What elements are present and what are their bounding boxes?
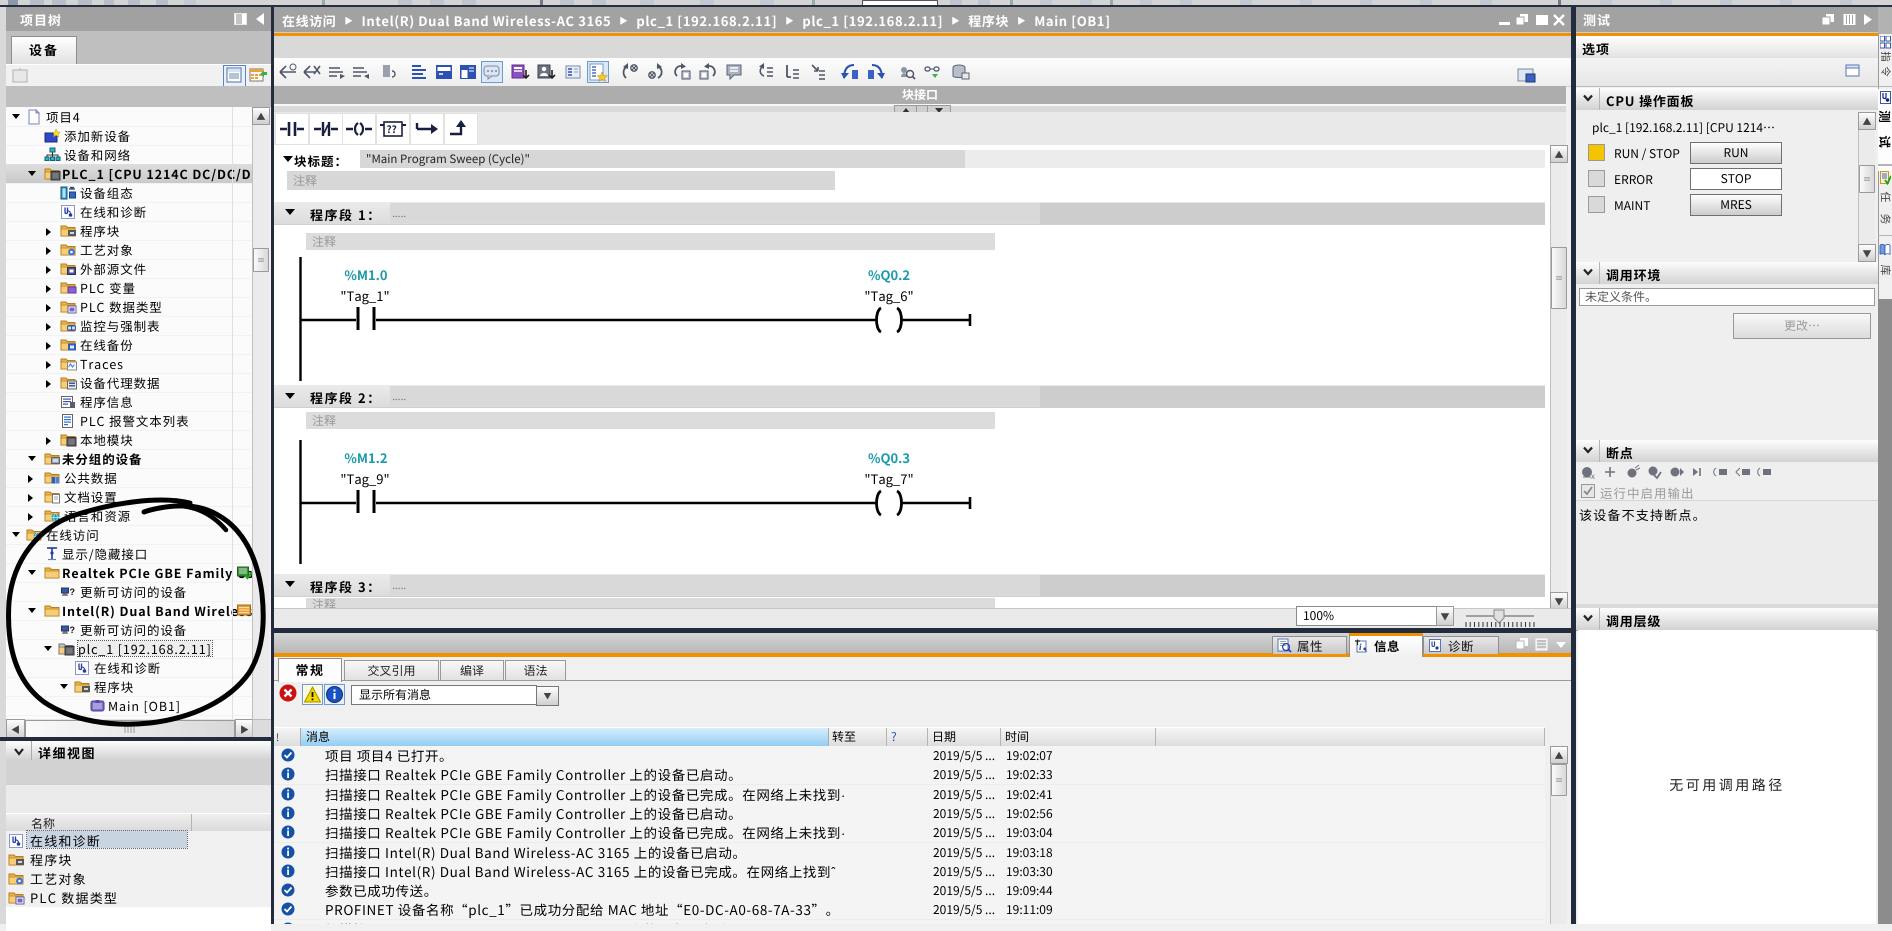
svg-text:"Tag_6": "Tag_6" xyxy=(864,286,913,305)
svg-text:%M1.2: %M1.2 xyxy=(344,448,387,467)
svg-text:"Tag_7": "Tag_7" xyxy=(864,469,913,488)
svg-text:"Tag_1": "Tag_1" xyxy=(340,286,389,305)
svg-text:x: x xyxy=(1591,471,1595,480)
svg-text:%Q0.2: %Q0.2 xyxy=(868,265,910,284)
svg-text:??: ?? xyxy=(387,121,397,136)
svg-text:%Q0.3: %Q0.3 xyxy=(868,448,910,467)
svg-text:"Tag_9": "Tag_9" xyxy=(340,469,389,488)
svg-text:%M1.0: %M1.0 xyxy=(344,265,388,284)
